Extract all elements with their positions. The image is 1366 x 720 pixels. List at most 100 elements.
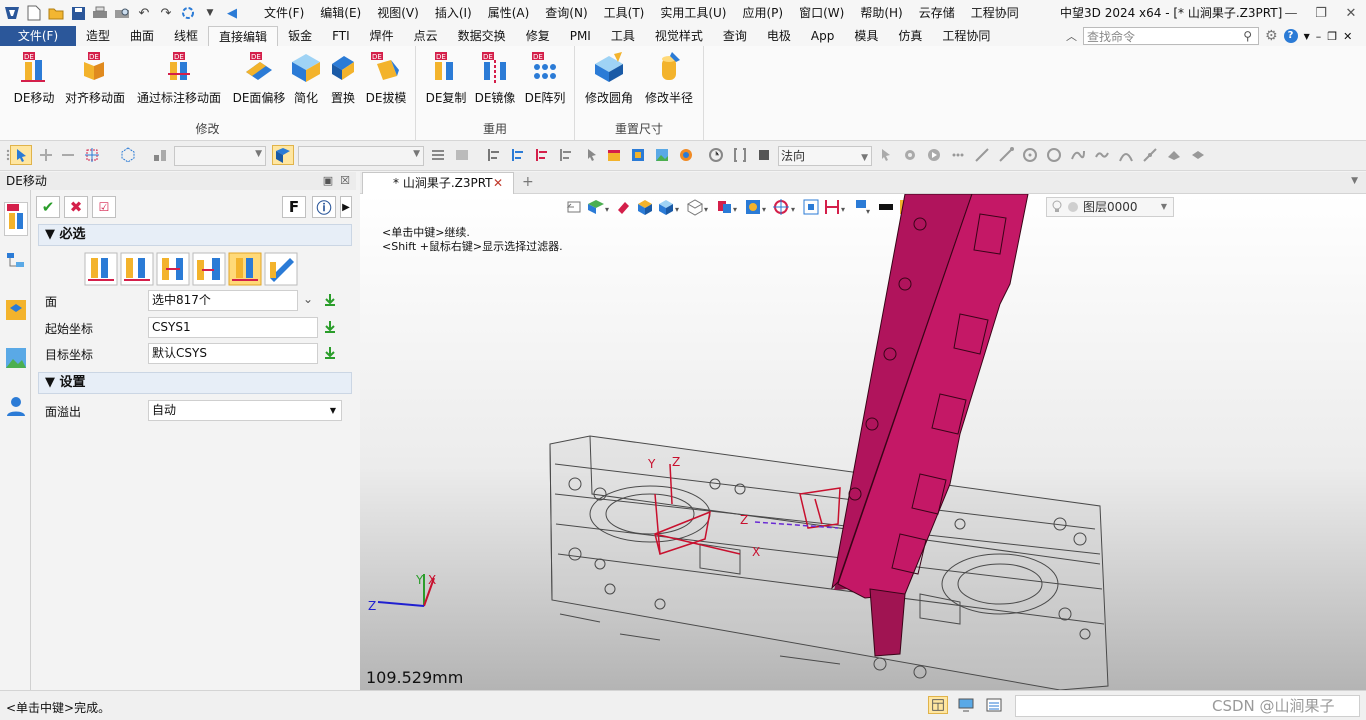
move-point-to-point-icon[interactable] (84, 252, 118, 286)
hat2-icon[interactable] (1190, 147, 1206, 163)
menu-edit[interactable]: 编辑(E) (312, 0, 369, 26)
tab-data-exchange[interactable]: 数据交换 (448, 26, 516, 46)
command-search-input[interactable]: 查找命令 ⚲ (1083, 27, 1259, 45)
de-draft-button[interactable]: DE DE拔模 (362, 50, 410, 106)
minimize-icon[interactable]: — (1276, 0, 1306, 26)
panel-pin-icon[interactable]: ▣ (323, 174, 333, 187)
document-tab[interactable]: * 山涧果子.Z3PRT ✕ (362, 172, 514, 194)
menu-inquire[interactable]: 查询(N) (537, 0, 595, 26)
image-icon[interactable] (654, 147, 670, 163)
menu-file[interactable]: 文件(F) (256, 0, 312, 26)
move-to-face-icon[interactable] (264, 252, 298, 286)
required-section-header[interactable]: ▼ 必选 (38, 224, 352, 246)
collapse-ribbon-icon[interactable]: ︿ (1066, 28, 1077, 44)
smart-pick-button[interactable] (272, 145, 294, 165)
de-pattern-button[interactable]: DE DE阵列 (520, 50, 570, 106)
tab-tools[interactable]: 工具 (601, 26, 645, 46)
filter-f-button[interactable]: F (282, 196, 306, 218)
align-move-face-button[interactable]: DE 对齐移动面 (62, 50, 128, 106)
circle-center-icon[interactable] (1022, 147, 1038, 163)
panel-close-icon[interactable]: ☒ (340, 174, 350, 187)
move-along-direction-icon[interactable] (120, 252, 154, 286)
doc-close-icon[interactable]: ✕ (1343, 30, 1352, 43)
snap-cursor-icon[interactable] (878, 147, 894, 163)
filter-icon[interactable] (152, 147, 168, 163)
line-end-icon[interactable] (998, 147, 1014, 163)
tab-repair[interactable]: 修复 (516, 26, 560, 46)
back-arrow-icon[interactable]: ◀ (222, 3, 242, 23)
tab-modeling[interactable]: 造型 (76, 26, 120, 46)
cancel-button[interactable]: ✖ (64, 196, 88, 218)
arc-icon[interactable] (1118, 147, 1134, 163)
restore-icon[interactable]: ❐ (1306, 0, 1336, 26)
dots-icon[interactable] (950, 147, 966, 163)
filter-combo[interactable]: ▼ (174, 146, 266, 166)
tab-file[interactable]: 文件(F) (0, 26, 76, 46)
align-left-icon[interactable] (486, 147, 502, 163)
close-icon[interactable]: ✕ (1336, 0, 1366, 26)
curve-icon[interactable] (1070, 147, 1086, 163)
redo-icon[interactable]: ↷ (156, 3, 176, 23)
direction-combo[interactable]: 法向 ▼ (778, 146, 872, 166)
start-csys-confirm-arrow-icon[interactable] (323, 320, 337, 334)
save-icon[interactable] (68, 3, 88, 23)
de-move-button[interactable]: DE DE移动 (10, 50, 58, 106)
snap-gear-icon[interactable] (902, 147, 918, 163)
modify-radius-button[interactable]: 修改半径 (641, 50, 697, 106)
tab-sheet-metal[interactable]: 钣金 (278, 26, 322, 46)
add-point-icon[interactable] (38, 147, 54, 163)
tangent-icon[interactable] (1142, 147, 1158, 163)
list-settings-icon[interactable] (430, 147, 446, 163)
face-field[interactable]: 选中817个 (148, 290, 298, 311)
new-file-icon[interactable] (24, 3, 44, 23)
start-csys-field[interactable]: CSYS1 (148, 317, 318, 338)
circle-icon[interactable] (1046, 147, 1062, 163)
tab-pmi[interactable]: PMI (560, 26, 601, 46)
3d-viewport[interactable]: ▾ ▾ ▾ ▾ ▾ ▾ ▾ ▾ ▾ 图层0000 ▼ <单击中键>继续. <Sh… (360, 194, 1366, 690)
search-icon[interactable]: ⚲ (1243, 29, 1252, 43)
tab-direct-edit[interactable]: 直接编辑 (208, 26, 279, 46)
minus-icon[interactable] (60, 147, 76, 163)
tab-wireframe[interactable]: 线框 (164, 26, 208, 46)
doc-restore-icon[interactable]: ❐ (1327, 30, 1337, 43)
rotate-move-icon[interactable] (192, 252, 226, 286)
close-tab-icon[interactable]: ✕ (493, 173, 503, 193)
menu-view[interactable]: 视图(V) (369, 0, 427, 26)
history-manager-tab[interactable] (4, 202, 28, 236)
de-copy-button[interactable]: DE DE复制 (422, 50, 470, 106)
app-logo-icon[interactable] (2, 3, 22, 23)
open-folder-icon[interactable] (46, 3, 66, 23)
cursor-icon[interactable] (584, 147, 600, 163)
settings-gear-icon[interactable]: ⚙ (1265, 28, 1278, 44)
align-icon[interactable] (510, 147, 526, 163)
tab-collaboration[interactable]: 工程协同 (932, 26, 1000, 46)
menu-window[interactable]: 窗口(W) (791, 0, 852, 26)
tab-list-dropdown-icon[interactable]: ▼ (1351, 176, 1358, 186)
menu-utilities[interactable]: 实用工具(U) (652, 0, 734, 26)
tab-inquire[interactable]: 查询 (713, 26, 757, 46)
align-grey-icon[interactable] (558, 147, 574, 163)
hat-icon[interactable] (1166, 147, 1182, 163)
move-face-by-dimension-button[interactable]: DE 通过标注移动面 (134, 50, 224, 106)
assembly-tree-icon[interactable] (4, 250, 28, 274)
menu-apps[interactable]: 应用(P) (735, 0, 792, 26)
face-overflow-select[interactable]: 自动 ▼ (148, 400, 342, 421)
face-confirm-arrow-icon[interactable] (323, 293, 337, 307)
layer-filter-icon[interactable] (454, 147, 470, 163)
refresh-icon[interactable] (178, 3, 198, 23)
settings-section-header[interactable]: ▼ 设置 (38, 372, 352, 394)
bracket-icon[interactable] (732, 147, 748, 163)
tab-electrode[interactable]: 电极 (757, 26, 801, 46)
doc-minimize-icon[interactable]: – (1316, 30, 1322, 43)
tab-surface[interactable]: 曲面 (120, 26, 164, 46)
align-red-icon[interactable] (534, 147, 550, 163)
image-manager-icon[interactable] (4, 346, 28, 370)
tab-point-cloud[interactable]: 点云 (404, 26, 448, 46)
confirm-button[interactable]: ✔ (36, 196, 60, 218)
target-csys-confirm-arrow-icon[interactable] (323, 346, 337, 360)
user-manager-icon[interactable] (4, 394, 28, 418)
modify-fillet-button[interactable]: 修改圆角 (581, 50, 637, 106)
status-list-icon[interactable] (984, 696, 1004, 714)
wave-icon[interactable] (1094, 147, 1110, 163)
undo-icon[interactable]: ↶ (134, 3, 154, 23)
